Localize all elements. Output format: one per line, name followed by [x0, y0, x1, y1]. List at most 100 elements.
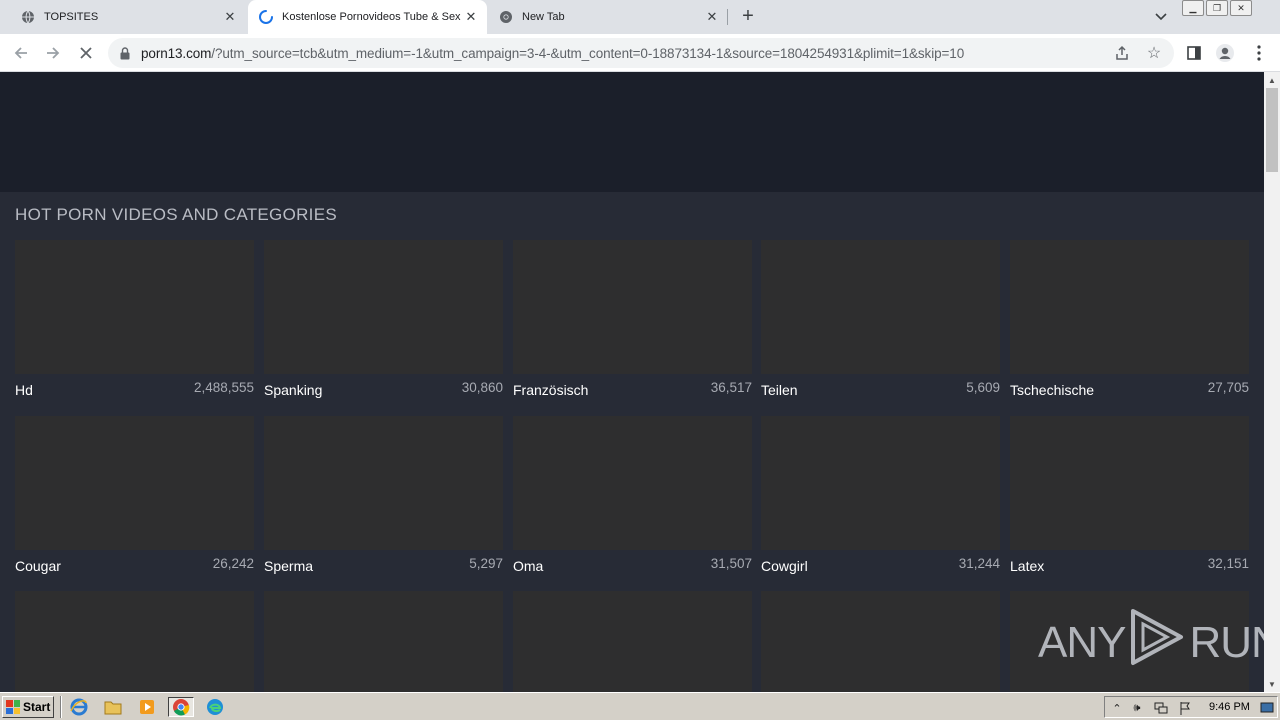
category-name[interactable]: Cougar [15, 558, 61, 574]
page-viewport: HOT PORN VIDEOS AND CATEGORIES Hd 2,488,… [0, 72, 1264, 692]
category-thumbnail[interactable] [513, 591, 752, 692]
internet-explorer-icon[interactable] [68, 697, 90, 717]
category-card[interactable] [264, 591, 503, 692]
tab-new-tab[interactable]: New Tab ✕ [488, 0, 728, 34]
media-player-icon[interactable] [136, 697, 158, 717]
menu-kebab-icon[interactable] [1248, 42, 1270, 64]
category-name[interactable]: Hd [15, 382, 33, 398]
windows-taskbar: Start ⌃ 🕪 9:46 PM [0, 692, 1280, 720]
category-name[interactable]: Oma [513, 558, 543, 574]
category-card[interactable]: Französisch 36,517 [513, 240, 752, 398]
category-card[interactable]: Teilen 5,609 [761, 240, 1000, 398]
clock[interactable]: 9:46 PM [1209, 701, 1250, 713]
chrome-icon [498, 9, 514, 25]
start-button[interactable]: Start [2, 696, 54, 718]
forward-arrow-icon[interactable] [42, 42, 64, 64]
category-thumbnail[interactable] [264, 416, 503, 550]
url-path: /?utm_source=tcb&utm_medium=-1&utm_campa… [211, 46, 965, 61]
category-thumbnail[interactable] [15, 240, 254, 374]
category-name[interactable]: Spanking [264, 382, 322, 398]
category-card[interactable] [15, 591, 254, 692]
category-count: 31,507 [710, 556, 752, 571]
category-count: 27,705 [1207, 380, 1249, 395]
category-card[interactable]: Sperma 5,297 [264, 416, 503, 574]
show-desktop-icon[interactable] [1259, 700, 1275, 716]
profile-avatar-icon[interactable] [1214, 42, 1236, 64]
category-thumbnail[interactable] [264, 240, 503, 374]
address-bar[interactable]: porn13.com/?utm_source=tcb&utm_medium=-1… [108, 38, 1174, 68]
back-arrow-icon[interactable] [10, 42, 32, 64]
scroll-up-arrow-icon[interactable]: ▲ [1264, 72, 1280, 88]
window-controls: ▁ ❐ ✕ [1182, 0, 1252, 18]
tray-expand-icon[interactable]: ⌃ [1109, 700, 1125, 716]
category-thumbnail[interactable] [513, 416, 752, 550]
chrome-taskbar-icon[interactable] [168, 697, 194, 717]
category-thumbnail[interactable] [1010, 240, 1249, 374]
category-card[interactable]: Tschechische 27,705 [1010, 240, 1249, 398]
category-name[interactable]: Teilen [761, 382, 798, 398]
category-count: 2,488,555 [193, 380, 254, 395]
category-thumbnail[interactable] [264, 591, 503, 692]
stop-loading-icon[interactable] [75, 42, 97, 64]
category-name[interactable]: Tschechische [1010, 382, 1094, 398]
category-thumbnail[interactable] [761, 591, 1000, 692]
lock-icon[interactable] [118, 45, 132, 61]
watermark-text-left: ANY [1038, 617, 1126, 667]
category-card[interactable]: Cowgirl 31,244 [761, 416, 1000, 574]
close-tab-icon[interactable]: ✕ [222, 9, 238, 25]
page-header-banner [0, 72, 1264, 192]
play-triangle-icon [1129, 608, 1185, 677]
tab-title: New Tab [522, 11, 565, 23]
tab-active-porn13[interactable]: Kostenlose Pornovideos Tube & Sex ✕ [248, 0, 487, 34]
category-card[interactable]: Oma 31,507 [513, 416, 752, 574]
globe-icon [20, 9, 36, 25]
close-window-icon[interactable]: ✕ [1230, 0, 1252, 16]
chevron-down-icon[interactable] [1152, 8, 1170, 26]
restore-icon[interactable]: ❐ [1206, 0, 1228, 16]
new-tab-button[interactable]: + [737, 5, 759, 27]
category-card[interactable]: Cougar 26,242 [15, 416, 254, 574]
watermark-text-right: RUN [1189, 617, 1264, 667]
category-thumbnail[interactable] [1010, 416, 1249, 550]
side-panel-icon[interactable] [1183, 42, 1205, 64]
tab-topsites[interactable]: TOPSITES ✕ [0, 0, 246, 34]
category-card[interactable] [761, 591, 1000, 692]
system-tray: ⌃ 🕪 9:46 PM [1104, 696, 1278, 718]
windows-logo-icon [6, 700, 20, 714]
close-tab-icon[interactable]: ✕ [704, 9, 720, 25]
category-card[interactable]: Hd 2,488,555 [15, 240, 254, 398]
category-count: 5,609 [966, 380, 1000, 395]
network-icon[interactable] [1153, 700, 1169, 716]
vertical-scrollbar[interactable]: ▲ ▼ [1264, 72, 1280, 692]
category-thumbnail[interactable] [761, 416, 1000, 550]
close-tab-icon[interactable]: ✕ [463, 9, 479, 25]
share-icon[interactable] [1112, 43, 1132, 63]
url-domain: porn13.com [141, 46, 212, 61]
category-thumbnail[interactable] [15, 591, 254, 692]
tab-title: TOPSITES [44, 11, 99, 23]
minimize-icon[interactable]: ▁ [1182, 0, 1204, 16]
category-thumbnail[interactable] [15, 416, 254, 550]
tab-title: Kostenlose Pornovideos Tube & Sex [282, 11, 461, 23]
category-card[interactable]: Latex 32,151 [1010, 416, 1249, 574]
category-name[interactable]: Französisch [513, 382, 588, 398]
volume-icon[interactable]: 🕪 [1129, 700, 1145, 716]
tab-strip: TOPSITES ✕ Kostenlose Pornovideos Tube &… [0, 0, 1280, 34]
category-card[interactable] [513, 591, 752, 692]
category-thumbnail[interactable] [513, 240, 752, 374]
scrollbar-thumb[interactable] [1266, 88, 1278, 172]
category-thumbnail[interactable] [761, 240, 1000, 374]
scroll-down-arrow-icon[interactable]: ▼ [1264, 676, 1280, 692]
category-name[interactable]: Sperma [264, 558, 313, 574]
section-title: HOT PORN VIDEOS AND CATEGORIES [15, 205, 337, 224]
category-count: 36,517 [710, 380, 752, 395]
category-card[interactable]: Spanking 30,860 [264, 240, 503, 398]
category-name[interactable]: Latex [1010, 558, 1044, 574]
category-count: 31,244 [958, 556, 1000, 571]
category-count: 32,151 [1207, 556, 1249, 571]
edge-icon[interactable] [204, 697, 226, 717]
category-name[interactable]: Cowgirl [761, 558, 808, 574]
file-explorer-icon[interactable] [102, 697, 124, 717]
action-center-flag-icon[interactable] [1177, 700, 1193, 716]
bookmark-star-icon[interactable]: ☆ [1144, 43, 1164, 63]
